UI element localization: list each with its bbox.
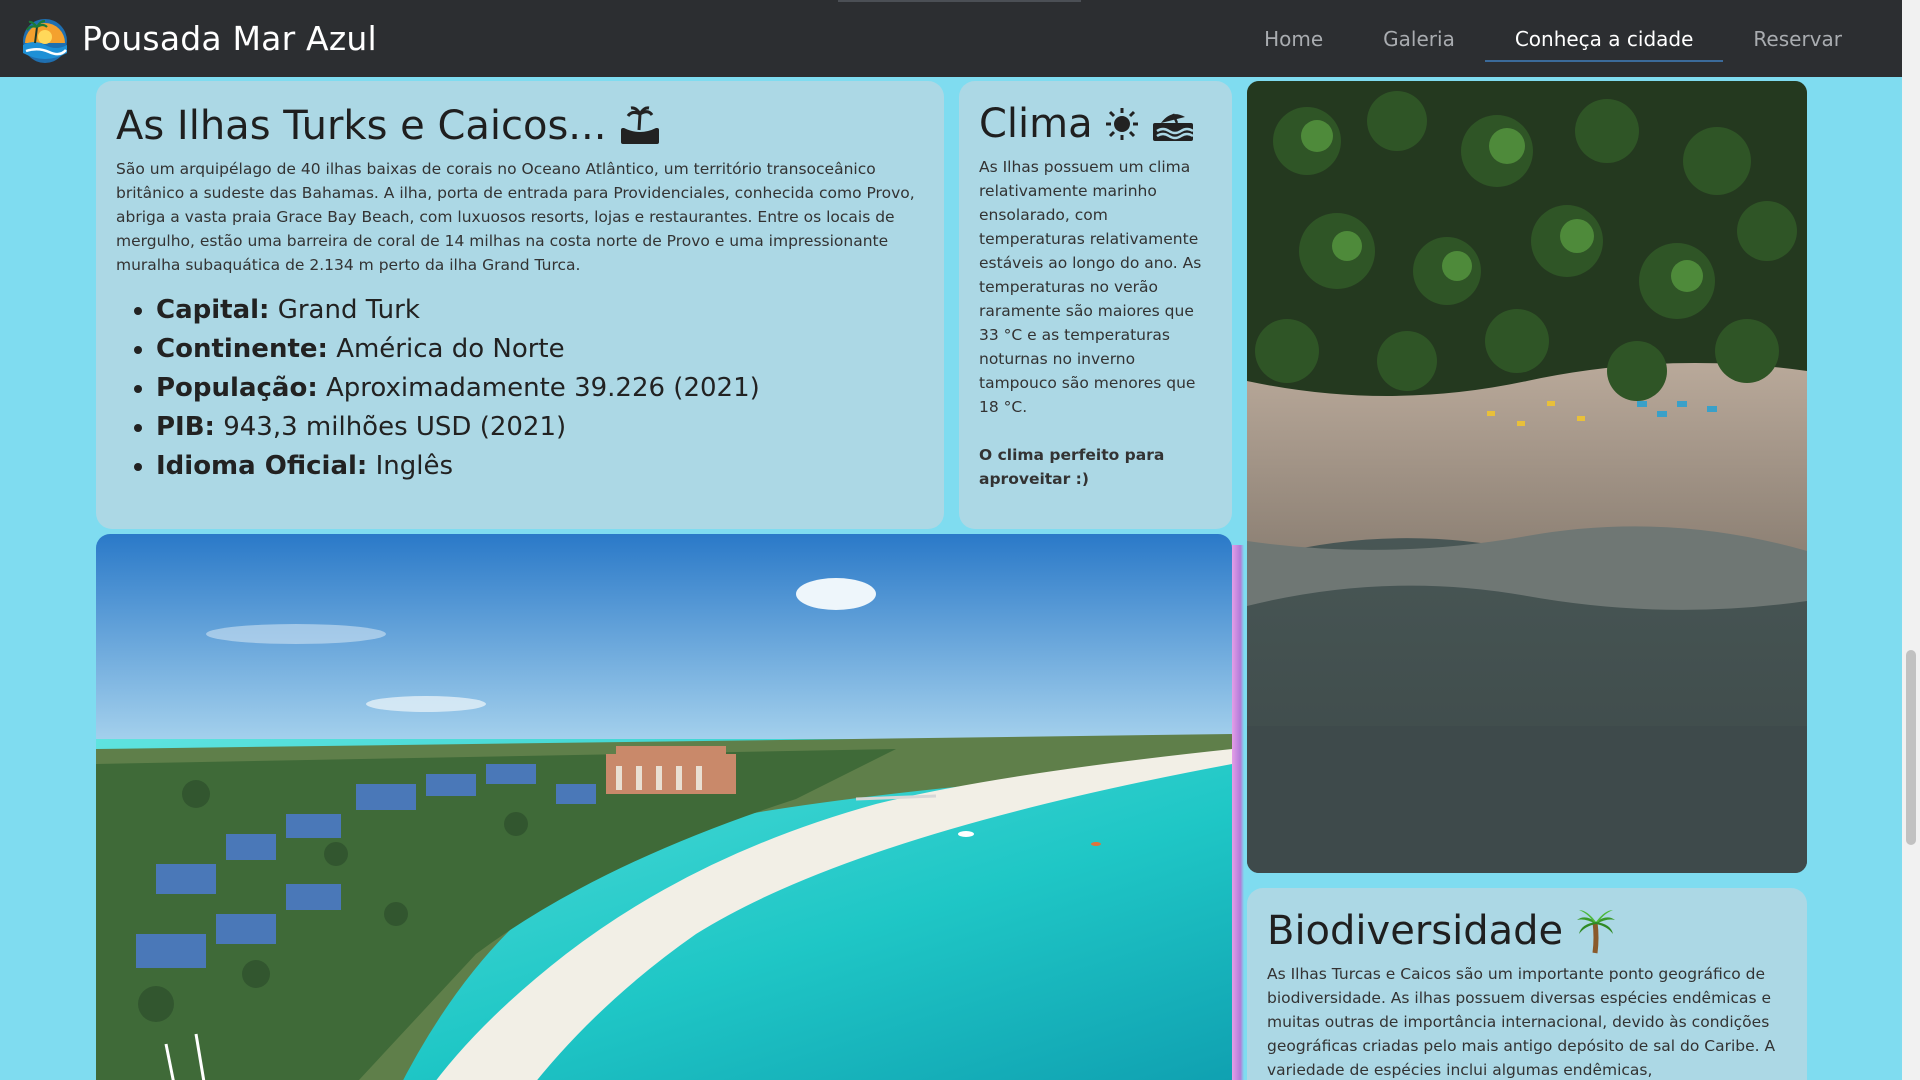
fact-populacao: População: Aproximadamente 39.226 (2021) [156,369,924,408]
brand[interactable]: Pousada Mar Azul [16,13,377,65]
fact-pib: PIB: 943,3 milhões USD (2021) [156,408,924,447]
beach-icon [1152,113,1194,141]
islands-title: As Ilhas Turks e Caicos... [116,103,924,149]
climate-highlight: O clima perfeito para aproveitar :) [979,446,1165,488]
navbar: Pousada Mar Azul Home Galeria Conheça a … [0,0,1902,77]
scrollbar-thumb[interactable] [1906,650,1916,845]
fact-continente: Continente: América do Norte [156,330,924,369]
climate-card: Clima As Ilhas possuem um clima relativa… [959,81,1232,529]
grace-bay-beach-photo [96,534,1232,1080]
nav-galeria[interactable]: Galeria [1353,0,1485,77]
logo-icon [23,18,67,63]
climate-description: As Ilhas possuem um clima relativamente … [979,158,1202,416]
biodiversity-card: Biodiversidade As Ilhas Turcas e Caicos … [1247,888,1807,1080]
aerial-beach-photo [1247,81,1807,873]
nav-conheca-a-cidade[interactable]: Conheça a cidade [1484,0,1724,77]
islands-info-card: As Ilhas Turks e Caicos... São um arquip… [96,81,944,529]
biodiversity-description: As Ilhas Turcas e Caicos são um importan… [1267,965,1776,1079]
island-icon [621,106,660,144]
page-scrollbar[interactable] [1902,0,1920,1080]
fact-idioma: Idioma Oficial: Inglês [156,447,924,486]
climate-title-text: Clima [979,101,1093,147]
islands-description: São um arquipélago de 40 ilhas baixas de… [116,160,915,274]
nav-home[interactable]: Home [1234,0,1353,77]
nav-reservar[interactable]: Reservar [1723,0,1872,77]
sun-icon [1105,108,1138,140]
brand-name: Pousada Mar Azul [82,19,377,58]
palm-tree-icon [1577,910,1616,954]
islands-facts-list: Capital: Grand Turk Continente: América … [156,291,924,486]
top-strip [838,0,1081,2]
fact-capital: Capital: Grand Turk [156,291,924,330]
nav-links: Home Galeria Conheça a cidade Reservar [1234,0,1872,77]
climate-title: Clima [979,101,1212,147]
islands-title-text: As Ilhas Turks e Caicos... [116,103,607,149]
aerial-beach-image [1247,81,1807,873]
biodiversity-title-text: Biodiversidade [1267,908,1564,954]
image-edge-accent [1232,545,1244,1080]
grace-bay-beach-image [96,534,1232,1080]
biodiversity-title: Biodiversidade [1267,908,1787,954]
